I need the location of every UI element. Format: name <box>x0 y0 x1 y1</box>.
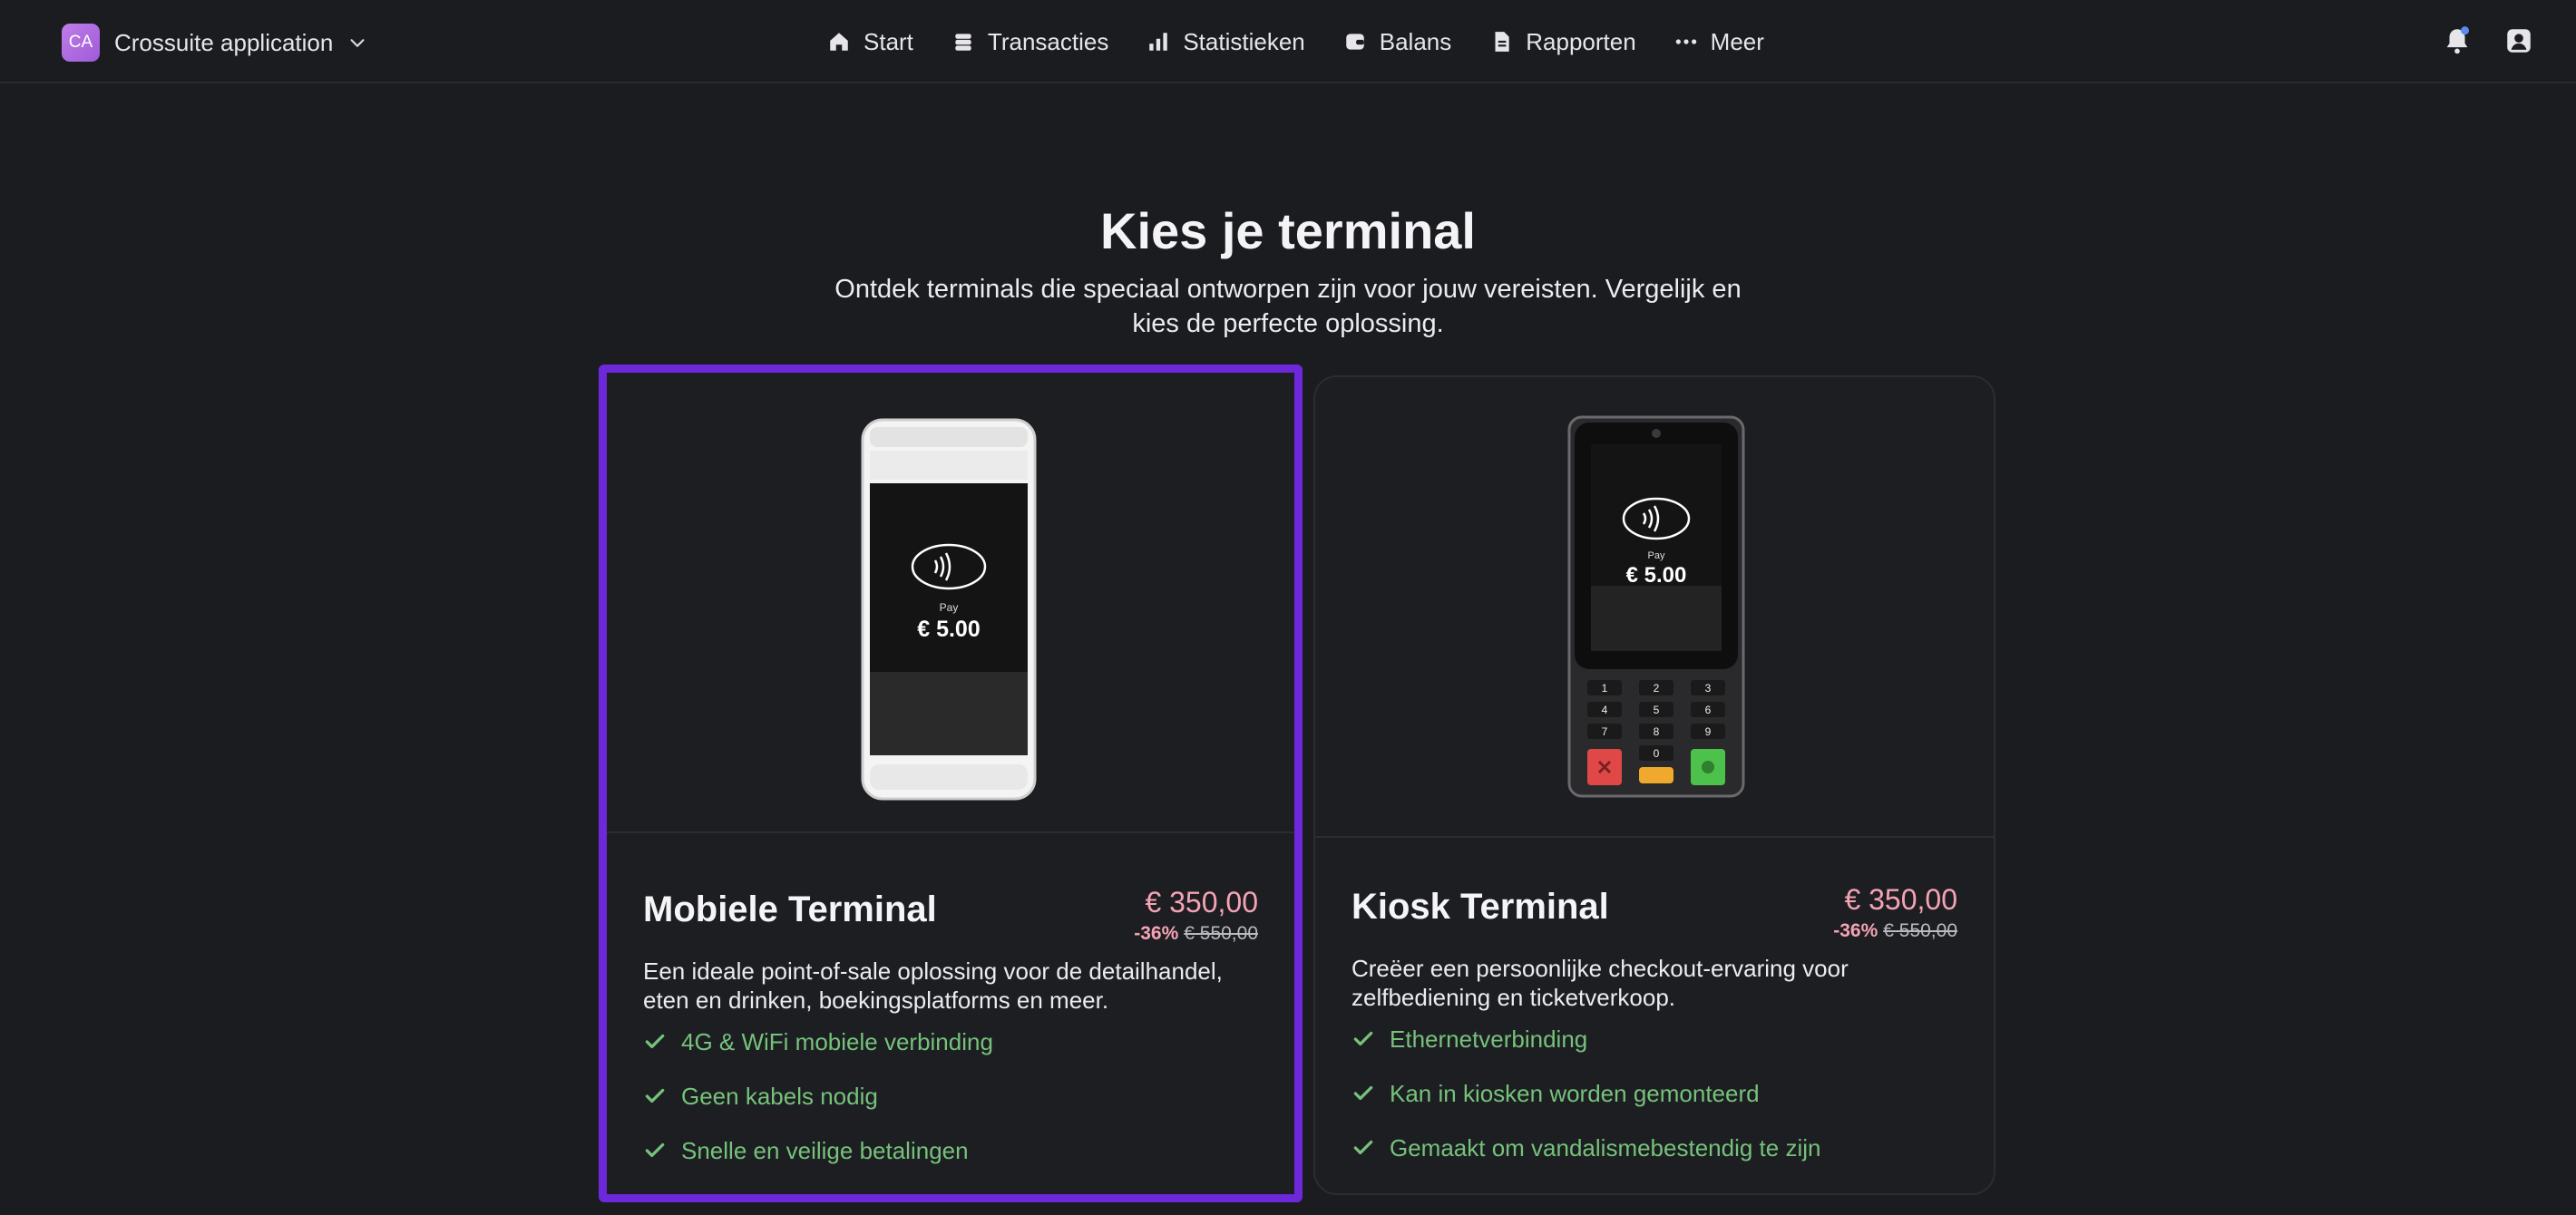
check-icon <box>645 1088 665 1103</box>
svg-text:7: 7 <box>1602 725 1608 738</box>
svg-text:6: 6 <box>1705 704 1712 716</box>
screen-amount: € 5.00 <box>917 617 981 642</box>
nav-label: Rapporten <box>1526 27 1636 55</box>
screen-pay-label: Pay <box>1648 550 1665 561</box>
nav-label: Balans <box>1379 27 1452 55</box>
screen-pay-label: Pay <box>940 601 959 614</box>
app-avatar: CA <box>62 24 100 62</box>
svg-text:8: 8 <box>1654 725 1660 738</box>
feature-item: 4G & WiFi mobiele verbinding <box>643 1015 993 1069</box>
svg-text:0: 0 <box>1654 747 1660 760</box>
check-icon <box>645 1034 665 1049</box>
feature-item: Snelle en veilige betalingen <box>643 1123 993 1178</box>
nav-label: Start <box>864 27 913 55</box>
svg-text:2: 2 <box>1654 682 1660 695</box>
check-icon <box>1353 1085 1373 1101</box>
nav-item-transacties[interactable]: Transacties <box>951 28 1108 56</box>
chevron-down-icon <box>350 39 365 47</box>
svg-text:1: 1 <box>1602 682 1608 695</box>
feature-list: Ethernetverbinding Kan in kiosken worden… <box>1351 1012 1820 1175</box>
feature-item: Geen kabels nodig <box>643 1069 993 1123</box>
bell-icon[interactable] <box>2442 25 2473 56</box>
feature-item: Ethernetverbinding <box>1351 1012 1820 1066</box>
app-switcher[interactable]: CA Crossuite application <box>62 24 367 62</box>
original-price: € 550,00 <box>1883 920 1957 941</box>
document-icon <box>1495 32 1509 52</box>
user-account-icon[interactable] <box>2503 25 2534 56</box>
discount-badge: -36% <box>1134 923 1179 944</box>
bar-chart-icon <box>1149 33 1168 51</box>
nav-label: Statistieken <box>1183 27 1305 55</box>
nav-label: Meer <box>1710 27 1764 55</box>
notification-dot <box>2460 26 2470 35</box>
mobile-terminal-illustration: Pay € 5.00 <box>861 418 1037 801</box>
check-icon <box>645 1142 665 1158</box>
feature-item: Kan in kiosken worden gemonteerd <box>1351 1066 1820 1121</box>
page-title: Kies je terminal <box>1100 202 1476 259</box>
nav-item-start[interactable]: Start <box>827 28 913 56</box>
screen-amount: € 5.00 <box>1626 563 1687 588</box>
stack-icon <box>955 34 971 51</box>
app-name: Crossuite application <box>114 28 334 56</box>
price-block: € 350,00 -36% € 550,00 <box>1833 883 1957 942</box>
kiosk-terminal-illustration: Pay € 5.00 1 2 3 4 5 6 7 8 9 0 <box>1567 415 1745 798</box>
terminal-image-mobile: Pay € 5.00 <box>607 373 1294 833</box>
card-description: Een ideale point-of-sale oplossing voor … <box>643 957 1223 1014</box>
check-icon <box>1353 1031 1373 1046</box>
current-price: € 350,00 <box>1844 883 1957 916</box>
terminal-card-kiosk[interactable]: Pay € 5.00 1 2 3 4 5 6 7 8 9 0 Kiosk Ter <box>1313 375 1995 1195</box>
feature-item: Gemaakt om vandalismebestendig te zijn <box>1351 1121 1820 1175</box>
svg-text:3: 3 <box>1705 682 1712 695</box>
nav-item-balans[interactable]: Balans <box>1343 27 1452 56</box>
original-price: € 550,00 <box>1184 923 1258 944</box>
card-title: Mobiele Terminal <box>643 889 937 929</box>
wallet-icon <box>1346 34 1364 50</box>
more-icon <box>1675 39 1696 44</box>
svg-text:9: 9 <box>1705 725 1712 738</box>
nav-item-statistieken[interactable]: Statistieken <box>1147 27 1305 56</box>
current-price: € 350,00 <box>1145 886 1258 919</box>
card-title: Kiosk Terminal <box>1351 887 1609 927</box>
home-icon <box>830 33 848 51</box>
terminal-image-kiosk: Pay € 5.00 1 2 3 4 5 6 7 8 9 0 <box>1315 377 1994 838</box>
svg-text:4: 4 <box>1602 704 1608 716</box>
feature-list: 4G & WiFi mobiele verbinding Geen kabels… <box>643 1015 993 1178</box>
main-navigation: Start Transacties Statistieken Balans Ra… <box>827 22 1764 62</box>
check-icon <box>1353 1140 1373 1155</box>
svg-text:5: 5 <box>1654 704 1660 716</box>
top-navigation-bar: CA Crossuite application Start Transacti… <box>0 0 2576 83</box>
card-description: Creëer een persoonlijke checkout-ervarin… <box>1351 955 1849 1011</box>
discount-badge: -36% <box>1833 920 1878 941</box>
nav-label: Transacties <box>987 27 1109 55</box>
nav-item-rapporten[interactable]: Rapporten <box>1489 27 1636 56</box>
page-subtitle: Ontdek terminals die speciaal ontworpen … <box>834 275 1742 338</box>
nav-item-meer[interactable]: Meer <box>1674 28 1764 56</box>
price-block: € 350,00 -36% € 550,00 <box>1134 886 1258 945</box>
terminal-card-mobile[interactable]: Pay € 5.00 Mobiele Terminal € 350,00 -36… <box>599 364 1303 1202</box>
